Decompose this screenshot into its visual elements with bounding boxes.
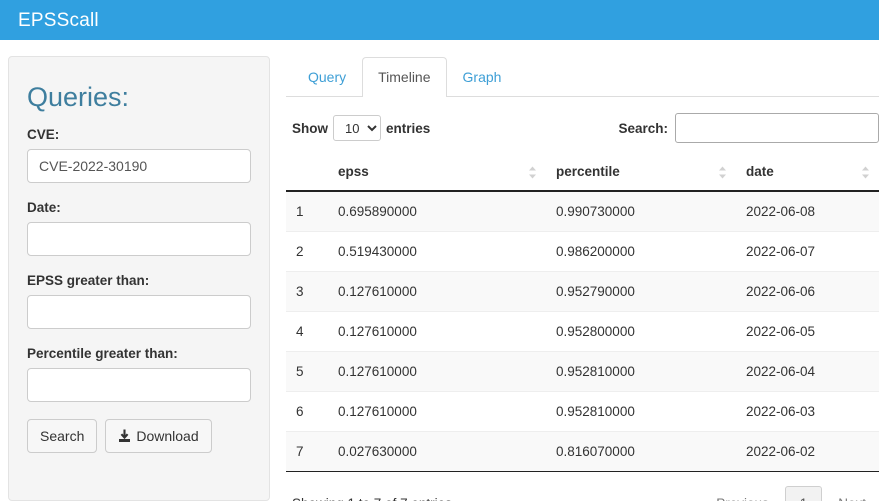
cell-date: 2022-06-07 [736, 231, 879, 272]
cell-index: 4 [286, 311, 328, 352]
search-button-label: Search [40, 427, 85, 444]
cell-percentile: 0.986200000 [546, 231, 736, 272]
table-footer-row: Showing 1 to 7 of 7 entries Previous 1 N… [286, 472, 879, 501]
table-search-control: Search: [618, 113, 879, 143]
table-row[interactable]: 1 0.695890000 0.990730000 2022-06-08 [286, 190, 879, 232]
cell-date: 2022-06-04 [736, 351, 879, 392]
tab-timeline[interactable]: Timeline [362, 57, 447, 97]
cell-date: 2022-06-02 [736, 431, 879, 472]
sort-both-icon [861, 166, 870, 179]
cve-field-label: CVE: [27, 126, 60, 142]
cell-percentile: 0.952810000 [546, 391, 736, 432]
cell-epss: 0.127610000 [328, 311, 546, 352]
cell-index: 2 [286, 231, 328, 272]
sort-both-icon [528, 166, 537, 179]
page-body: Queries: CVE: Date: EPSS greater than: P… [0, 40, 879, 501]
cell-index: 7 [286, 431, 328, 472]
cell-percentile: 0.952810000 [546, 351, 736, 392]
cell-epss: 0.027630000 [328, 431, 546, 472]
cell-index: 1 [286, 190, 328, 232]
app-brand-title[interactable]: EPSScall [18, 11, 99, 30]
page-length-select[interactable]: 10 25 50 100 [333, 115, 381, 141]
table-header-row: epss percentile date [286, 155, 879, 192]
column-header-percentile-label: percentile [556, 164, 620, 179]
cell-percentile: 0.816070000 [546, 431, 736, 472]
cell-index: 6 [286, 391, 328, 432]
date-input[interactable] [27, 221, 251, 256]
cell-percentile: 0.952800000 [546, 311, 736, 352]
column-header-date[interactable]: date [736, 155, 879, 192]
table-controls-row: Show 10 25 50 100 entries Search: [286, 97, 879, 155]
table-search-input[interactable] [675, 113, 879, 143]
page-length-control: Show 10 25 50 100 entries [292, 115, 430, 141]
cell-percentile: 0.990730000 [546, 190, 736, 232]
tab-query[interactable]: Query [292, 57, 362, 97]
cell-index: 5 [286, 351, 328, 392]
column-header-index[interactable] [286, 155, 328, 192]
table-body: 1 0.695890000 0.990730000 2022-06-08 2 0… [286, 190, 879, 472]
table-info-text: Showing 1 to 7 of 7 entries [292, 496, 452, 501]
percentile-greater-than-field-label: Percentile greater than: [27, 345, 178, 361]
epss-greater-than-input[interactable] [27, 294, 251, 329]
column-header-date-label: date [746, 164, 774, 179]
cell-epss: 0.127610000 [328, 391, 546, 432]
column-header-epss-label: epss [338, 164, 369, 179]
cell-epss: 0.695890000 [328, 190, 546, 232]
entries-label: entries [386, 120, 431, 136]
download-button-label: Download [136, 427, 199, 444]
column-header-epss[interactable]: epss [328, 155, 546, 192]
table-row[interactable]: 2 0.519430000 0.986200000 2022-06-07 [286, 231, 879, 272]
tab-graph[interactable]: Graph [447, 57, 518, 97]
show-label: Show [292, 120, 328, 136]
pagination-previous-button[interactable]: Previous [703, 486, 782, 501]
cell-date: 2022-06-05 [736, 311, 879, 352]
cell-index: 3 [286, 271, 328, 312]
percentile-greater-than-input[interactable] [27, 367, 251, 402]
tab-bar: Query Timeline Graph [286, 56, 879, 97]
cell-epss: 0.127610000 [328, 351, 546, 392]
table-row[interactable]: 5 0.127610000 0.952810000 2022-06-04 [286, 351, 879, 392]
table-row[interactable]: 7 0.027630000 0.816070000 2022-06-02 [286, 431, 879, 472]
main-content: Query Timeline Graph Show 10 25 50 100 e… [286, 56, 879, 501]
sidebar-button-row: Search Download [27, 418, 251, 453]
cell-epss: 0.127610000 [328, 271, 546, 312]
date-field-label: Date: [27, 199, 61, 215]
pagination-next-button[interactable]: Next [825, 486, 879, 501]
pagination-page-1-button[interactable]: 1 [784, 486, 823, 501]
cell-date: 2022-06-03 [736, 391, 879, 432]
table-row[interactable]: 3 0.127610000 0.952790000 2022-06-06 [286, 271, 879, 312]
cell-epss: 0.519430000 [328, 231, 546, 272]
table-row[interactable]: 4 0.127610000 0.952800000 2022-06-05 [286, 311, 879, 352]
download-icon [118, 429, 131, 443]
queries-panel-title: Queries: [27, 82, 130, 112]
pagination: Previous 1 Next [703, 486, 879, 501]
search-button[interactable]: Search [27, 418, 98, 453]
table-head: epss percentile date [286, 155, 879, 192]
cve-input[interactable] [27, 148, 251, 183]
download-button[interactable]: Download [105, 418, 212, 453]
table-search-label: Search: [618, 120, 668, 136]
sort-both-icon [718, 166, 727, 179]
cell-date: 2022-06-06 [736, 271, 879, 312]
top-navbar: EPSScall [0, 0, 879, 40]
queries-sidebar-panel: Queries: CVE: Date: EPSS greater than: P… [8, 56, 270, 501]
cell-percentile: 0.952790000 [546, 271, 736, 312]
cell-date: 2022-06-08 [736, 190, 879, 232]
table-row[interactable]: 6 0.127610000 0.952810000 2022-06-03 [286, 391, 879, 432]
column-header-percentile[interactable]: percentile [546, 155, 736, 192]
epss-greater-than-field-label: EPSS greater than: [27, 272, 150, 288]
timeline-table: epss percentile date 1 0.695890000 0.990… [286, 155, 879, 472]
